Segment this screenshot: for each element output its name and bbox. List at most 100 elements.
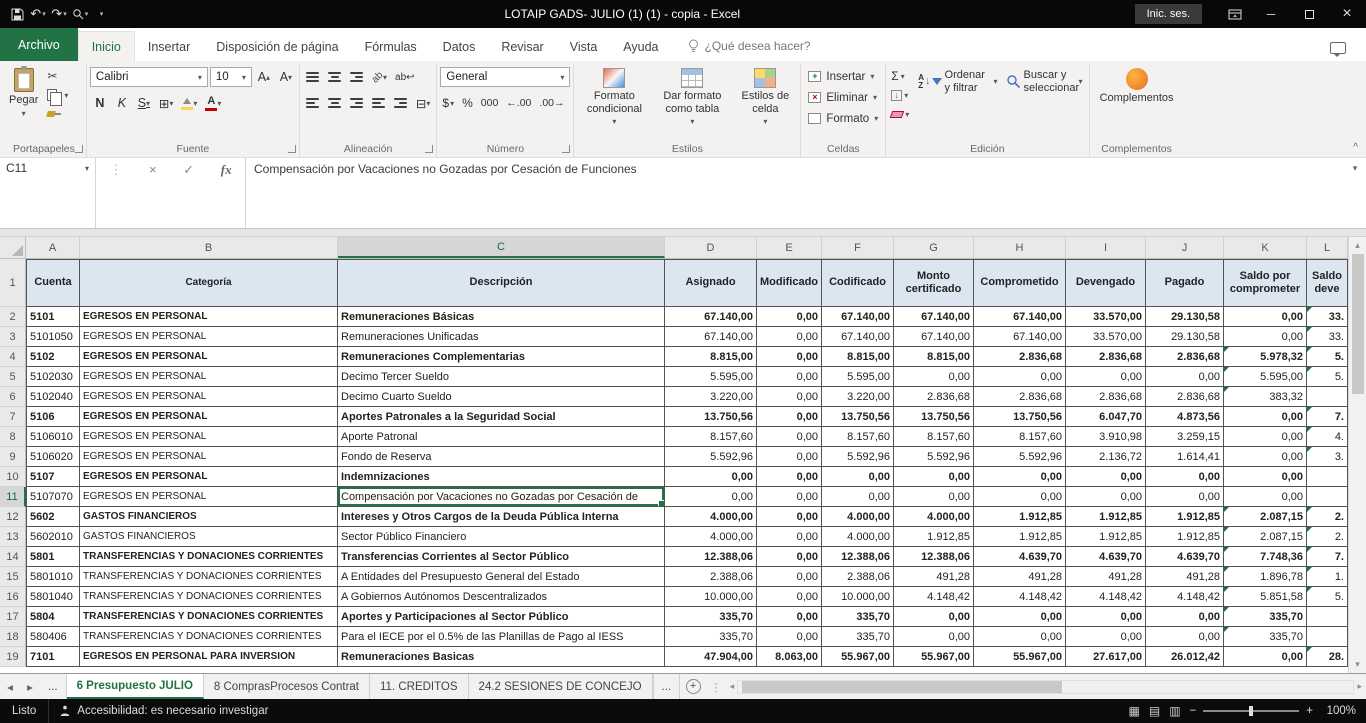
conditional-formatting-button[interactable]: Formato condicional ▾	[577, 65, 651, 129]
cell-D12[interactable]: 4.000,00	[665, 507, 757, 527]
cell-B5[interactable]: EGRESOS EN PERSONAL	[80, 367, 338, 387]
undo-button[interactable]: ↶▾	[29, 3, 47, 25]
cell-G6[interactable]: 2.836,68	[894, 387, 974, 407]
insert-function-button[interactable]: fx	[221, 162, 232, 178]
borders-button[interactable]: ⊞▾	[156, 93, 177, 113]
cell-C12[interactable]: Intereses y Otros Cargos de la Deuda Púb…	[338, 507, 665, 527]
cell-D13[interactable]: 4.000,00	[665, 527, 757, 547]
cell-L2[interactable]: 33.	[1307, 307, 1348, 327]
cell-A14[interactable]: 5801	[26, 547, 80, 567]
cell-F19[interactable]: 55.967,00	[822, 647, 894, 667]
sheet-tab-1[interactable]: 8 ComprasProcesos Contrat	[204, 674, 370, 699]
cell-L14[interactable]: 7.	[1307, 547, 1348, 567]
row-header-12[interactable]: 12	[0, 507, 26, 527]
increase-font-button[interactable]: A▴	[254, 67, 274, 87]
cell-H14[interactable]: 4.639,70	[974, 547, 1066, 567]
cell-I11[interactable]: 0,00	[1066, 487, 1146, 507]
previous-sheet-button[interactable]: ◂	[0, 674, 20, 699]
cell-C19[interactable]: Remuneraciones Basicas	[338, 647, 665, 667]
comma-format-button[interactable]: 000	[479, 94, 501, 112]
cell-C9[interactable]: Fondo de Reserva	[338, 447, 665, 467]
cell-L6[interactable]	[1307, 387, 1348, 407]
addins-button[interactable]: Complementos	[1093, 65, 1181, 108]
row-header-8[interactable]: 8	[0, 427, 26, 447]
cell-H1[interactable]: Comprometido	[974, 259, 1066, 307]
tab-revisar[interactable]: Revisar	[488, 32, 556, 61]
cell-I10[interactable]: 0,00	[1066, 467, 1146, 487]
cell-B10[interactable]: EGRESOS EN PERSONAL	[80, 467, 338, 487]
cell-L18[interactable]	[1307, 627, 1348, 647]
cell-D5[interactable]: 5.595,00	[665, 367, 757, 387]
row-header-14[interactable]: 14	[0, 547, 26, 567]
cell-B1[interactable]: Categoría	[80, 259, 338, 307]
cell-J16[interactable]: 4.148,42	[1146, 587, 1224, 607]
cell-H18[interactable]: 0,00	[974, 627, 1066, 647]
select-all-corner[interactable]	[0, 237, 26, 258]
cell-B9[interactable]: EGRESOS EN PERSONAL	[80, 447, 338, 467]
cell-H16[interactable]: 4.148,42	[974, 587, 1066, 607]
cell-J11[interactable]: 0,00	[1146, 487, 1224, 507]
cell-F6[interactable]: 3.220,00	[822, 387, 894, 407]
cell-H17[interactable]: 0,00	[974, 607, 1066, 627]
zoom-slider-thumb[interactable]	[1249, 706, 1253, 716]
row-header-17[interactable]: 17	[0, 607, 26, 627]
cell-L16[interactable]: 5.	[1307, 587, 1348, 607]
next-sheet-button[interactable]: ▸	[20, 674, 40, 699]
horizontal-scroll-thumb[interactable]	[742, 681, 1062, 693]
comment-icon[interactable]	[1330, 42, 1346, 54]
zoom-slider[interactable]	[1203, 710, 1299, 712]
cell-C16[interactable]: A Gobiernos Autónomos Descentralizados	[338, 587, 665, 607]
cell-E17[interactable]: 0,00	[757, 607, 822, 627]
cell-I1[interactable]: Devengado	[1066, 259, 1146, 307]
cell-K9[interactable]: 0,00	[1224, 447, 1307, 467]
cell-H3[interactable]: 67.140,00	[974, 327, 1066, 347]
format-as-table-button[interactable]: Dar formato como tabla ▾	[653, 65, 731, 129]
cell-I8[interactable]: 3.910,98	[1066, 427, 1146, 447]
cell-F14[interactable]: 12.388,06	[822, 547, 894, 567]
cell-G10[interactable]: 0,00	[894, 467, 974, 487]
cell-B18[interactable]: TRANSFERENCIAS Y DONACIONES CORRIENTES	[80, 627, 338, 647]
cell-J9[interactable]: 1.614,41	[1146, 447, 1224, 467]
cell-L3[interactable]: 33.	[1307, 327, 1348, 347]
cell-J14[interactable]: 4.639,70	[1146, 547, 1224, 567]
cell-I19[interactable]: 27.617,00	[1066, 647, 1146, 667]
cell-A1[interactable]: Cuenta	[26, 259, 80, 307]
column-header-E[interactable]: E	[757, 237, 822, 258]
cell-A12[interactable]: 5602	[26, 507, 80, 527]
cell-G17[interactable]: 0,00	[894, 607, 974, 627]
cell-E14[interactable]: 0,00	[757, 547, 822, 567]
cell-H4[interactable]: 2.836,68	[974, 347, 1066, 367]
cut-button[interactable]: ✂	[44, 67, 71, 85]
column-header-A[interactable]: A	[26, 237, 80, 258]
cancel-entry-button[interactable]: ×	[149, 162, 157, 177]
cell-F18[interactable]: 335,70	[822, 627, 894, 647]
currency-format-button[interactable]: $▾	[440, 94, 456, 112]
scroll-up-icon[interactable]: ▴	[1355, 240, 1360, 251]
underline-button[interactable]: S▾	[134, 93, 154, 113]
cell-J4[interactable]: 2.836,68	[1146, 347, 1224, 367]
tell-me-search[interactable]: ¿Qué desea hacer?	[688, 39, 811, 61]
sheet-overflow-left-button[interactable]: ...	[40, 674, 67, 699]
orientation-button[interactable]: ab▾	[369, 67, 390, 87]
cell-E4[interactable]: 0,00	[757, 347, 822, 367]
cell-C2[interactable]: Remuneraciones Básicas	[338, 307, 665, 327]
cell-G9[interactable]: 5.592,96	[894, 447, 974, 467]
cell-F15[interactable]: 2.388,06	[822, 567, 894, 587]
format-painter-button[interactable]	[44, 105, 71, 123]
cell-G18[interactable]: 0,00	[894, 627, 974, 647]
cell-H8[interactable]: 8.157,60	[974, 427, 1066, 447]
column-header-D[interactable]: D	[665, 237, 757, 258]
zoom-out-button[interactable]: −	[1190, 705, 1197, 717]
name-box[interactable]: C11▾	[0, 158, 96, 228]
cell-E5[interactable]: 0,00	[757, 367, 822, 387]
horizontal-scrollbar[interactable]: ◂ ▸	[726, 674, 1366, 699]
row-header-11[interactable]: 11	[0, 487, 26, 507]
cell-C14[interactable]: Transferencias Corrientes al Sector Públ…	[338, 547, 665, 567]
cell-C6[interactable]: Decimo Cuarto Sueldo	[338, 387, 665, 407]
cell-F9[interactable]: 5.592,96	[822, 447, 894, 467]
cell-G3[interactable]: 67.140,00	[894, 327, 974, 347]
column-header-K[interactable]: K	[1224, 237, 1307, 258]
cell-G7[interactable]: 13.750,56	[894, 407, 974, 427]
confirm-entry-button[interactable]: ✓	[183, 162, 194, 178]
cell-E11[interactable]: 0,00	[757, 487, 822, 507]
